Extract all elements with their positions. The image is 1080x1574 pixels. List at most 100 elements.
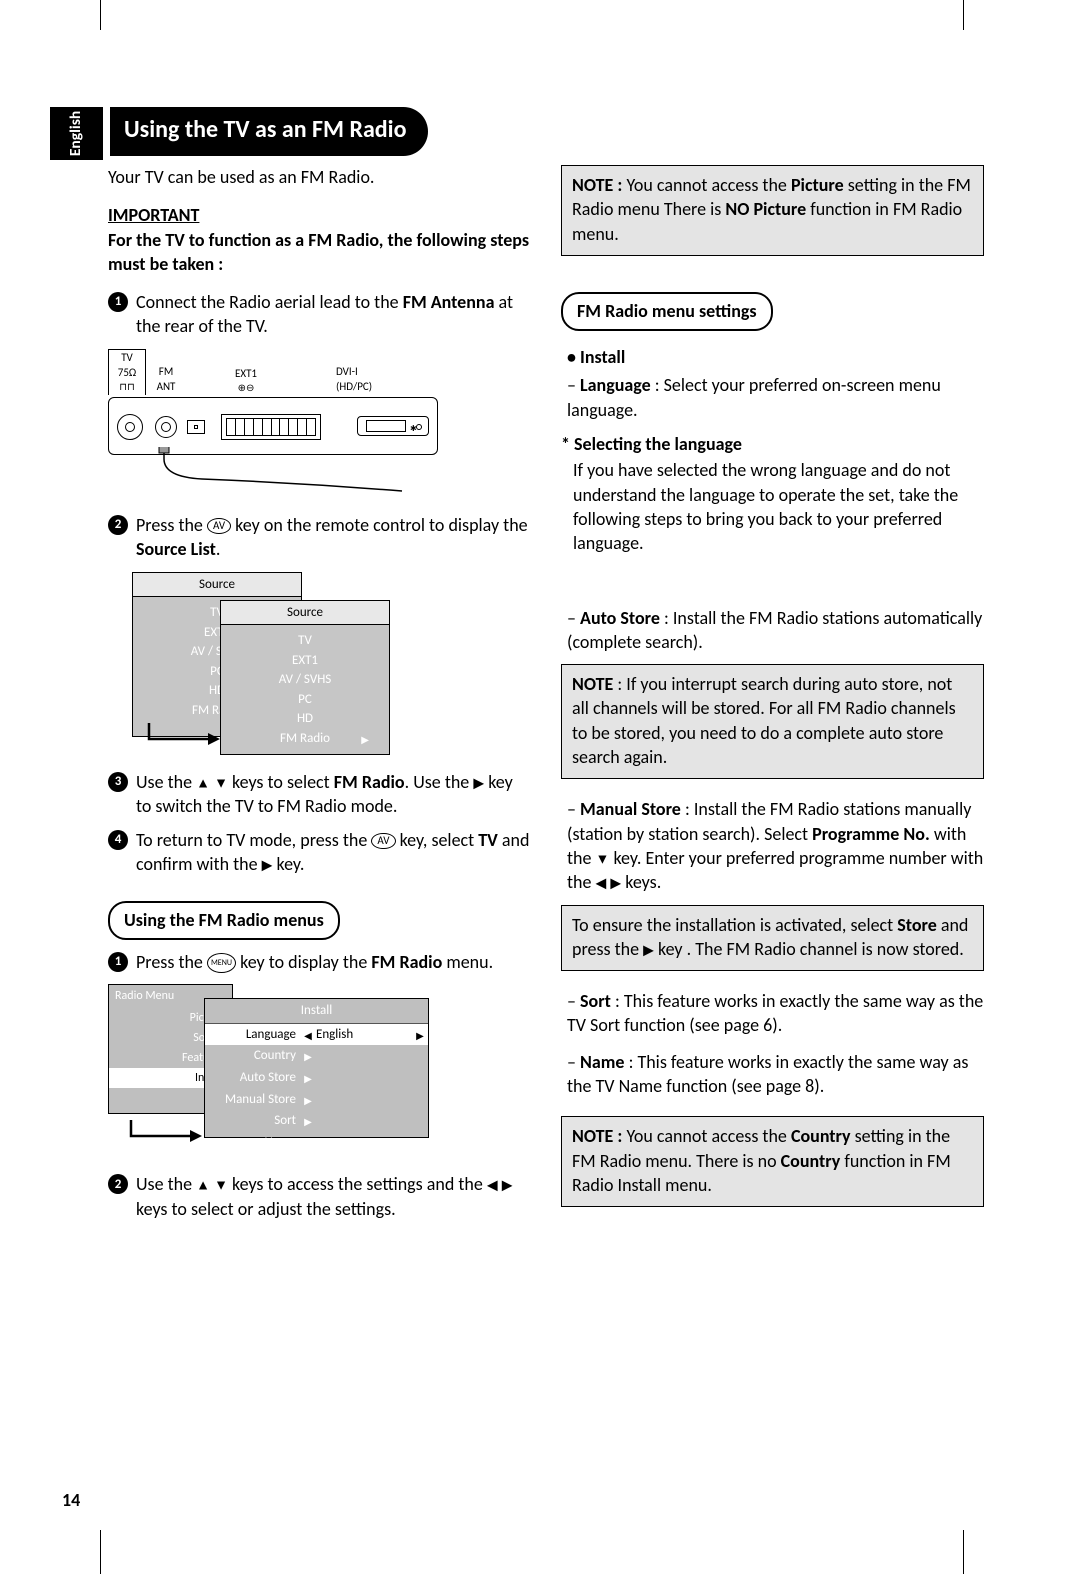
step-number-icon: 2 bbox=[108, 515, 128, 535]
install-menu-front: Install Language◀English▶ Country▶ Auto … bbox=[204, 998, 429, 1138]
auto-store-desc: – Auto Store : Install the FM Radio stat… bbox=[567, 606, 984, 655]
step-number-icon: 4 bbox=[108, 830, 128, 850]
crop-mark bbox=[963, 0, 964, 30]
t: FM Antenna bbox=[403, 291, 495, 313]
crop-mark bbox=[100, 0, 101, 30]
t: key. bbox=[272, 853, 304, 875]
t: keys to select or adjust the settings. bbox=[136, 1198, 396, 1220]
t: key on the remote control to display the bbox=[231, 514, 528, 536]
down-arrow-icon: ▼ bbox=[214, 1177, 228, 1194]
menu-item: Manual Store bbox=[205, 1091, 300, 1109]
page-body: Your TV can be used as an FM Radio. IMPO… bbox=[108, 165, 984, 1231]
t: Name bbox=[580, 1051, 624, 1073]
source-menu-diagram: Source TV▶ EXT1 AV / SVHS PC HD FM Radio… bbox=[132, 572, 392, 752]
dvi-port-icon: ✱ bbox=[357, 416, 429, 436]
up-arrow-icon: ▲ bbox=[196, 1177, 210, 1194]
down-arrow-icon: ▼ bbox=[214, 774, 228, 791]
t: keys. bbox=[621, 871, 661, 893]
step-text: Connect the Radio aerial lead to the FM … bbox=[136, 290, 531, 339]
menu-header: Install bbox=[205, 999, 428, 1024]
t: To ensure the installation is activated,… bbox=[572, 914, 897, 936]
t: Country bbox=[791, 1125, 851, 1147]
fm-antenna-port-icon bbox=[155, 416, 177, 438]
menu-item: Country bbox=[205, 1047, 300, 1065]
menu-item: HD bbox=[297, 711, 313, 726]
note-box: NOTE : If you interrupt search during au… bbox=[561, 664, 984, 779]
language-tab-label: English bbox=[66, 111, 87, 156]
name-desc: – Name : This feature works in exactly t… bbox=[567, 1050, 984, 1099]
lbl-ohm: 75Ω bbox=[109, 366, 145, 381]
t: Connect the Radio aerial lead to the bbox=[136, 291, 403, 313]
rear-panel-diagram: TV 75Ω ⊓⊓ FM ANT EXT1 ⊕⊖ DVI-I (HD/PC) bbox=[108, 349, 438, 493]
language-tab: English bbox=[50, 107, 103, 160]
t: . bbox=[216, 538, 221, 560]
scart-port-icon bbox=[221, 414, 321, 440]
t: : This feature works in exactly the same… bbox=[567, 990, 983, 1036]
right-arrow-icon: ▶ bbox=[502, 1177, 513, 1194]
t: Manual Store bbox=[580, 798, 681, 820]
menu-item: Name bbox=[205, 1134, 300, 1152]
t: NOTE : bbox=[572, 1125, 622, 1147]
selecting-language-text: If you have selected the wrong language … bbox=[573, 458, 984, 555]
t: Programme No. bbox=[812, 823, 930, 845]
menu-item: PC bbox=[298, 692, 312, 707]
step-number-icon: 1 bbox=[108, 952, 128, 972]
left-arrow-icon: ◀ bbox=[596, 874, 607, 891]
t: Press the bbox=[136, 951, 207, 973]
tv-antenna-port-icon bbox=[117, 414, 143, 440]
step-b2: 2 Use the ▲ ▼ keys to access the setting… bbox=[108, 1172, 531, 1221]
step-b1: 1 Press the MENU key to display the FM R… bbox=[108, 950, 531, 974]
t: : If you interrupt search during auto st… bbox=[572, 673, 956, 768]
step-number-icon: 3 bbox=[108, 772, 128, 792]
right-arrow-icon: ▶ bbox=[262, 857, 273, 874]
av-button-icon: AV bbox=[371, 833, 395, 849]
step-2: 2 Press the AV key on the remote control… bbox=[108, 513, 531, 562]
t: Sort bbox=[580, 990, 611, 1012]
step-text: Use the ▲ ▼ keys to access the settings … bbox=[136, 1172, 531, 1221]
t: You cannot access the bbox=[622, 1125, 791, 1147]
install-menu-diagram: Radio Menu Picture Sound Features Instal… bbox=[108, 984, 438, 1154]
lbl-dvi-sub: (HD/PC) bbox=[336, 380, 396, 395]
t: key . The FM Radio channel is now stored… bbox=[654, 938, 964, 960]
port-icon bbox=[187, 420, 205, 434]
section-heading: Using the FM Radio menus bbox=[108, 901, 340, 940]
t: TV bbox=[478, 829, 498, 851]
menu-item: Language bbox=[205, 1026, 300, 1044]
t: NOTE : bbox=[572, 174, 622, 196]
t: : This feature works in exactly the same… bbox=[567, 1051, 968, 1097]
step-number-icon: 2 bbox=[108, 1174, 128, 1194]
note-box: NOTE : You cannot access the Picture set… bbox=[561, 165, 984, 256]
up-arrow-icon: ▲ bbox=[196, 774, 210, 791]
lbl-ext1: EXT1 bbox=[186, 367, 306, 382]
t: Auto Store bbox=[580, 607, 660, 629]
t: Store bbox=[897, 914, 937, 936]
t: key to display the bbox=[236, 951, 371, 973]
crop-mark bbox=[100, 1530, 101, 1574]
t: Picture bbox=[791, 174, 844, 196]
down-arrow-icon: ▼ bbox=[596, 850, 610, 867]
step-4: 4 To return to TV mode, press the AV key… bbox=[108, 828, 531, 877]
t: keys to access the settings and the bbox=[228, 1173, 487, 1195]
right-arrow-icon: ▶ bbox=[473, 774, 484, 791]
menu-item: FM Radio bbox=[280, 731, 330, 746]
menu-item: AV / SVHS bbox=[279, 672, 332, 687]
right-arrow-icon: ▶ bbox=[643, 941, 654, 958]
manual-store-desc: – Manual Store : Install the FM Radio st… bbox=[567, 797, 984, 894]
t: Use the bbox=[136, 771, 196, 793]
step-text: To return to TV mode, press the AV key, … bbox=[136, 828, 531, 877]
intro-text: Your TV can be used as an FM Radio. bbox=[108, 165, 531, 189]
t: menu. bbox=[442, 951, 493, 973]
t: NO Picture bbox=[725, 198, 806, 220]
t: You cannot access the bbox=[622, 174, 791, 196]
transition-arrow-icon bbox=[126, 1120, 206, 1152]
av-button-icon: AV bbox=[207, 518, 231, 534]
sort-desc: – Sort : This feature works in exactly t… bbox=[567, 989, 984, 1038]
menu-item: Auto Store bbox=[205, 1069, 300, 1087]
t: FM Radio bbox=[334, 771, 405, 793]
step-3: 3 Use the ▲ ▼ keys to select FM Radio. U… bbox=[108, 770, 531, 819]
left-arrow-icon: ◀ bbox=[487, 1177, 498, 1194]
language-desc: – Language : Select your preferred on-sc… bbox=[567, 373, 984, 422]
lbl-ant: ANT bbox=[146, 380, 186, 395]
section-heading: FM Radio menu settings bbox=[561, 292, 773, 331]
t: Country bbox=[781, 1150, 841, 1172]
